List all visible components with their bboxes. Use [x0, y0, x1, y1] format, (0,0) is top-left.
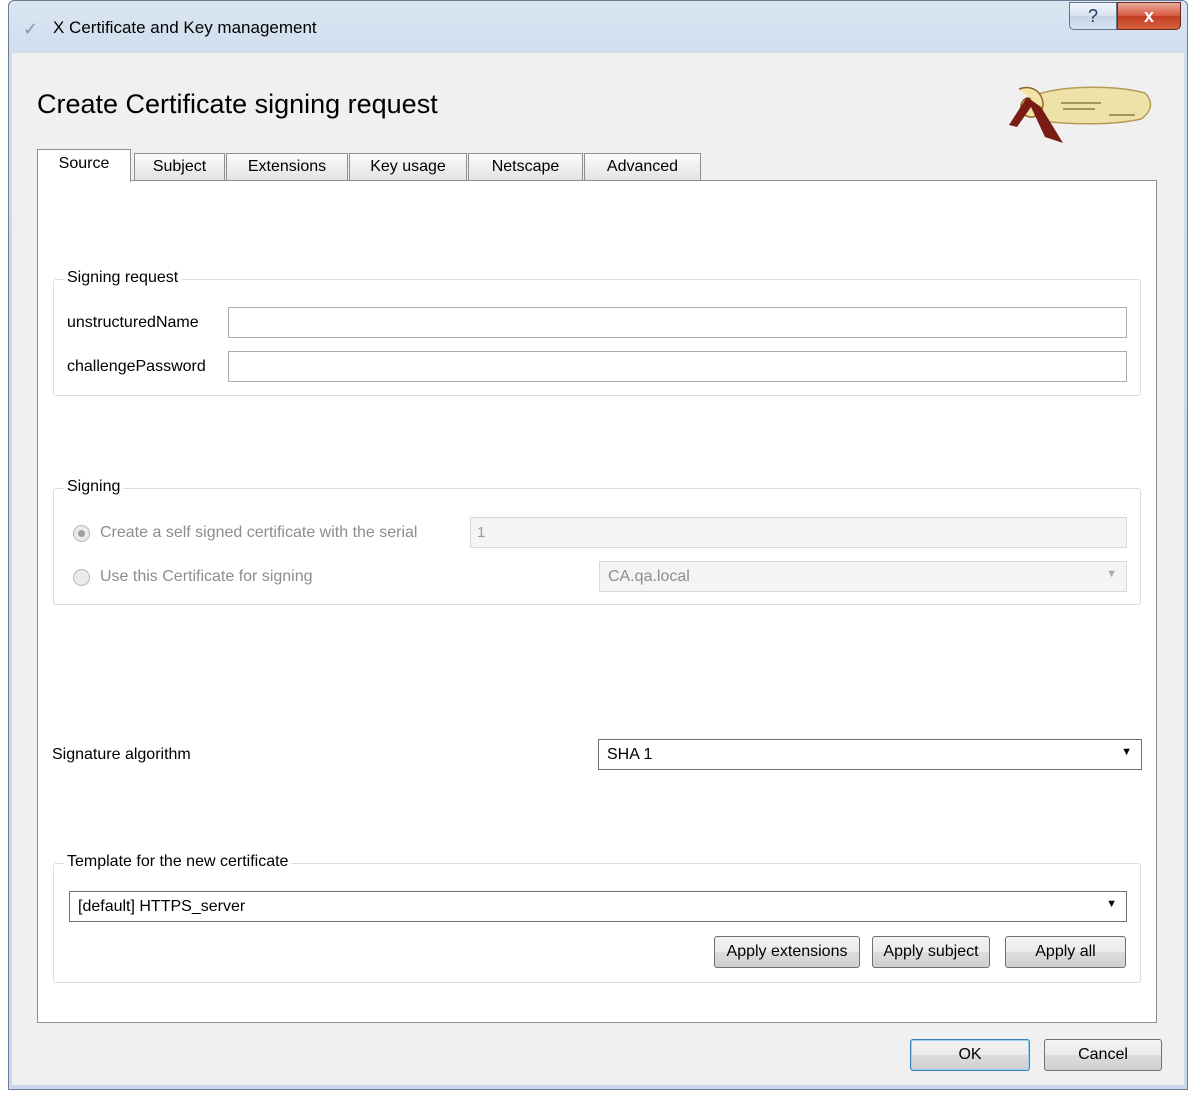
template-select[interactable]: [default] HTTPS_server ▼: [69, 891, 1127, 922]
unstructured-name-label: unstructuredName: [67, 314, 199, 331]
use-cert-radio[interactable]: [73, 569, 90, 586]
signing-cert-select[interactable]: CA.qa.local ▼: [599, 561, 1127, 592]
tab-source[interactable]: Source: [37, 149, 131, 182]
dialog-client-area: Create Certificate signing request Sourc…: [12, 53, 1184, 1085]
template-group: Template for the new certificate [defaul…: [53, 853, 1141, 983]
dialog-heading: Create Certificate signing request: [37, 89, 438, 119]
source-tab-panel: Signing request unstructuredName challen…: [37, 180, 1157, 1023]
tab-subject[interactable]: Subject: [134, 153, 225, 180]
ok-button[interactable]: OK: [910, 1039, 1030, 1071]
signature-algorithm-select[interactable]: SHA 1 ▼: [598, 739, 1142, 770]
signing-request-group: Signing request unstructuredName challen…: [53, 269, 1141, 396]
cancel-button[interactable]: Cancel: [1044, 1039, 1162, 1071]
unstructured-name-input[interactable]: [228, 307, 1127, 338]
signature-algorithm-label: Signature algorithm: [52, 746, 191, 763]
tab-advanced[interactable]: Advanced: [584, 153, 701, 180]
window-title: X Certificate and Key management: [53, 18, 317, 37]
serial-input[interactable]: 1: [470, 517, 1127, 548]
signature-algorithm-value: SHA 1: [607, 746, 653, 763]
use-cert-label: Use this Certificate for signing: [100, 568, 313, 585]
self-signed-radio[interactable]: [73, 525, 90, 542]
chevron-down-icon: ▼: [1121, 746, 1132, 758]
tab-key-usage[interactable]: Key usage: [349, 153, 467, 180]
apply-extensions-button[interactable]: Apply extensions: [714, 936, 860, 968]
apply-all-button[interactable]: Apply all: [1005, 936, 1126, 968]
challenge-password-label: challengePassword: [67, 358, 206, 375]
xca-scroll-logo-icon: [1009, 86, 1152, 143]
close-button[interactable]: x: [1117, 2, 1181, 30]
tab-netscape[interactable]: Netscape: [468, 153, 583, 180]
self-signed-label: Create a self signed certificate with th…: [100, 524, 418, 541]
chevron-down-icon: ▼: [1106, 568, 1117, 580]
signing-group: Signing Create a self signed certificate…: [53, 478, 1141, 605]
signing-cert-value: CA.qa.local: [608, 568, 690, 585]
help-button[interactable]: ?: [1069, 2, 1117, 30]
challenge-password-input[interactable]: [228, 351, 1127, 382]
chevron-down-icon: ▼: [1106, 898, 1117, 910]
tab-extensions[interactable]: Extensions: [226, 153, 348, 180]
dialog-window: ✓ X Certificate and Key management ? x C…: [8, 0, 1188, 1090]
app-icon: ✓: [23, 19, 39, 39]
signing-group-label: Signing: [64, 478, 124, 496]
title-bar[interactable]: ✓ X Certificate and Key management ? x: [9, 1, 1187, 55]
apply-subject-button[interactable]: Apply subject: [872, 936, 990, 968]
signing-request-group-label: Signing request: [64, 269, 182, 287]
template-group-label: Template for the new certificate: [64, 853, 292, 871]
template-value: [default] HTTPS_server: [78, 898, 246, 915]
